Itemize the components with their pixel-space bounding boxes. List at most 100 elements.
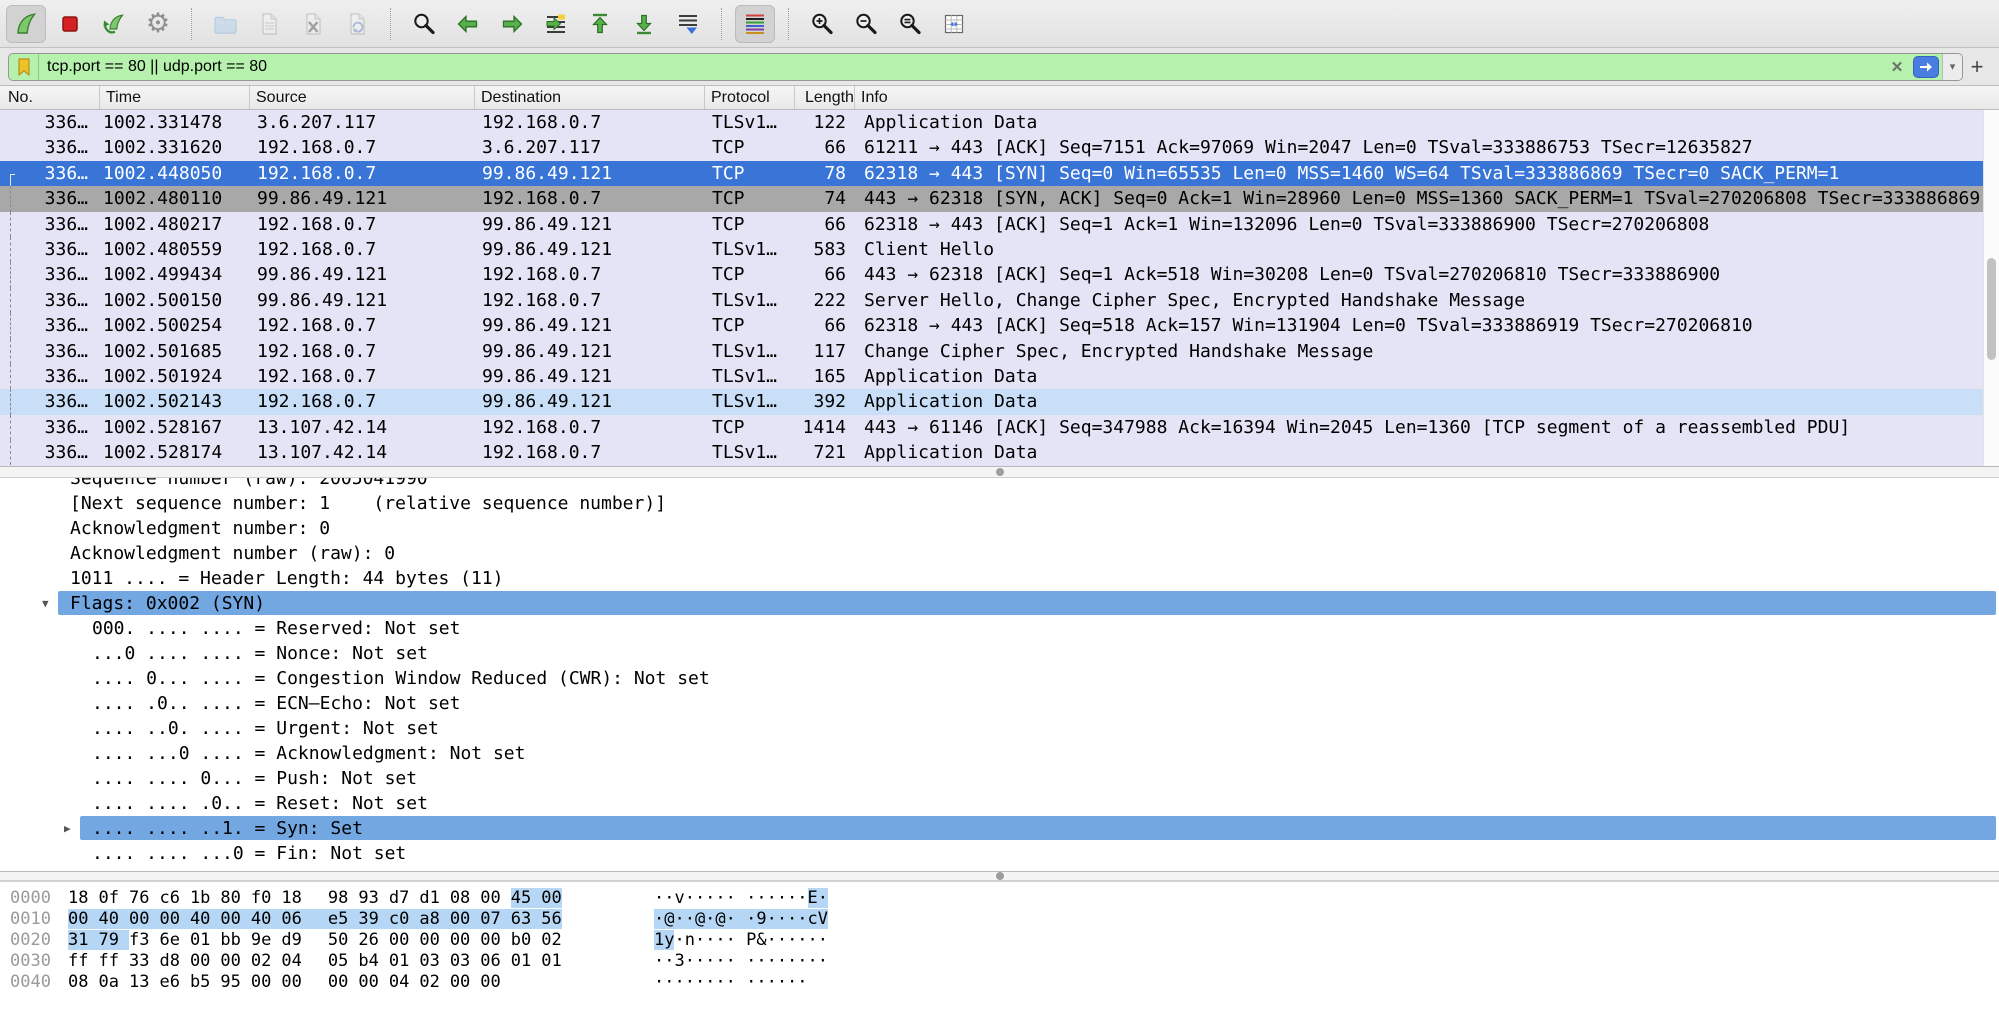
column-header-length[interactable]: Length xyxy=(795,86,855,109)
packet-row[interactable]: 336…1002.501685192.168.0.799.86.49.121TL… xyxy=(0,339,1999,364)
zoom-in-icon xyxy=(809,11,835,37)
hex-byte: ff xyxy=(68,951,98,971)
packet-cell-no: 336… xyxy=(0,161,100,186)
packet-row[interactable]: 336…1002.480217192.168.0.799.86.49.121TC… xyxy=(0,212,1999,237)
column-header-time[interactable]: Time xyxy=(100,86,250,109)
detail-field-text: Acknowledgment number: 0 xyxy=(70,518,330,539)
detail-field-row[interactable]: Sequence number (raw): 2005041990 xyxy=(0,478,1999,491)
column-header-destination[interactable]: Destination xyxy=(475,86,705,109)
hex-row[interactable]: 00100040000040004006e539c0a800076356·@··… xyxy=(0,909,1999,930)
column-header-protocol[interactable]: Protocol xyxy=(705,86,795,109)
packet-row[interactable]: 336…1002.448050192.168.0.799.86.49.121TC… xyxy=(0,161,1999,186)
packet-row[interactable]: 336…1002.49943499.86.49.121192.168.0.7TC… xyxy=(0,262,1999,287)
previous-packet-button[interactable] xyxy=(448,5,488,43)
detail-field-row[interactable]: 1011 .... = Header Length: 44 bytes (11) xyxy=(0,566,1999,591)
packet-cell-protocol: TCP xyxy=(705,262,795,287)
detail-field-row[interactable]: ...0 .... .... = Nonce: Not set xyxy=(0,641,1999,666)
next-packet-button[interactable] xyxy=(492,5,532,43)
hex-byte: 08 xyxy=(68,972,98,992)
filter-apply-button[interactable] xyxy=(1913,56,1939,78)
hex-byte: 40 xyxy=(251,909,281,929)
detail-field-row[interactable]: .... .... ...0 = Fin: Not set xyxy=(0,841,1999,866)
bookmark-icon[interactable] xyxy=(9,54,39,80)
last-packet-button[interactable] xyxy=(624,5,664,43)
goto-packet-button[interactable] xyxy=(536,5,576,43)
display-filter-value[interactable]: tcp.port == 80 || udp.port == 80 xyxy=(39,58,1884,76)
detail-field-row[interactable]: [Next sequence number: 1 (relative seque… xyxy=(0,491,1999,516)
packet-row[interactable]: 336…1002.48011099.86.49.121192.168.0.7TC… xyxy=(0,186,1999,211)
goto-packet-icon xyxy=(543,11,569,37)
detail-field-row[interactable]: Acknowledgment number (raw): 0 xyxy=(0,541,1999,566)
zoom-in-button[interactable] xyxy=(802,5,842,43)
detail-field-text: .... .0.. .... = ECN–Echo: Not set xyxy=(92,693,460,714)
column-header-source[interactable]: Source xyxy=(250,86,475,109)
packet-cell-destination: 192.168.0.7 xyxy=(475,110,705,135)
save-file-button[interactable] xyxy=(249,5,289,43)
packet-list-header: No. Time Source Destination Protocol Len… xyxy=(0,86,1999,110)
packet-cell-source: 99.86.49.121 xyxy=(250,262,475,287)
hex-byte: 00 xyxy=(68,909,98,929)
detail-field-row[interactable]: 000. .... .... = Reserved: Not set xyxy=(0,616,1999,641)
detail-field-row[interactable]: .... .0.. .... = ECN–Echo: Not set xyxy=(0,691,1999,716)
detail-field-row[interactable]: Acknowledgment number: 0 xyxy=(0,516,1999,541)
hex-row[interactable]: 0000180f76c61b80f0189893d7d108004500··v·… xyxy=(0,888,1999,909)
detail-field-row[interactable]: .... 0... .... = Congestion Window Reduc… xyxy=(0,666,1999,691)
open-file-button[interactable] xyxy=(205,5,245,43)
detail-field-row[interactable]: ▼Flags: 0x002 (SYN) xyxy=(0,591,1999,616)
zoom-out-button[interactable] xyxy=(846,5,886,43)
collapsed-triangle-icon[interactable]: ▶ xyxy=(64,816,71,841)
packet-list-scrollbar[interactable] xyxy=(1983,110,1999,466)
packet-row[interactable]: 336…1002.480559192.168.0.799.86.49.121TL… xyxy=(0,237,1999,262)
pane-splitter-top[interactable] xyxy=(0,466,1999,478)
auto-scroll-button[interactable] xyxy=(668,5,708,43)
close-file-button[interactable] xyxy=(293,5,333,43)
hex-bytes: 3179f36e01bb9ed9502600000000b002 xyxy=(68,930,630,951)
hex-byte: f0 xyxy=(251,888,281,908)
resize-columns-button[interactable] xyxy=(934,5,974,43)
packet-row[interactable]: 336…1002.3314783.6.207.117192.168.0.7TLS… xyxy=(0,110,1999,135)
go-to-top-icon xyxy=(587,11,613,37)
column-header-no[interactable]: No. xyxy=(0,86,100,109)
first-packet-button[interactable] xyxy=(580,5,620,43)
zoom-original-button[interactable] xyxy=(890,5,930,43)
capture-options-button[interactable]: ⚙ xyxy=(138,5,178,43)
pane-splitter-bottom[interactable] xyxy=(0,871,1999,881)
packet-bytes-pane: 0000180f76c61b80f0189893d7d108004500··v·… xyxy=(0,881,1999,1018)
packet-row[interactable]: 336…1002.52817413.107.42.14192.168.0.7TL… xyxy=(0,440,1999,465)
detail-field-row[interactable]: .... .... .0.. = Reset: Not set xyxy=(0,791,1999,816)
packet-row[interactable]: 336…1002.331620192.168.0.73.6.207.117TCP… xyxy=(0,135,1999,160)
detail-field-row[interactable]: .... .... 0... = Push: Not set xyxy=(0,766,1999,791)
filter-clear-button[interactable]: ✕ xyxy=(1884,58,1910,76)
restart-capture-button[interactable] xyxy=(94,5,134,43)
filter-dropdown-caret[interactable]: ▾ xyxy=(1942,54,1962,80)
packet-cell-protocol: TCP xyxy=(705,212,795,237)
detail-field-row[interactable]: ▶.... .... ..1. = Syn: Set xyxy=(0,816,1999,841)
expanded-triangle-icon[interactable]: ▼ xyxy=(42,591,49,616)
find-packet-button[interactable] xyxy=(404,5,444,43)
add-filter-button[interactable]: + xyxy=(1963,54,1991,80)
packet-cell-source: 13.107.42.14 xyxy=(250,440,475,465)
packet-details-pane: Sequence number (raw): 2005041990[Next s… xyxy=(0,478,1999,871)
stop-capture-button[interactable] xyxy=(50,5,90,43)
packet-row[interactable]: 336…1002.52816713.107.42.14192.168.0.7TC… xyxy=(0,415,1999,440)
hex-row[interactable]: 00203179f36e01bb9ed9502600000000b0021y·n… xyxy=(0,930,1999,951)
column-header-info[interactable]: Info xyxy=(855,86,1999,109)
go-to-bottom-icon xyxy=(631,11,657,37)
start-capture-button[interactable] xyxy=(6,5,46,43)
hex-byte: 03 xyxy=(419,951,449,971)
packet-row[interactable]: 336…1002.501924192.168.0.799.86.49.121TL… xyxy=(0,364,1999,389)
detail-field-row[interactable]: .... ...0 .... = Acknowledgment: Not set xyxy=(0,741,1999,766)
colorize-packets-button[interactable] xyxy=(735,5,775,43)
hex-row[interactable]: 0040080a13e6b5950000000004020000········… xyxy=(0,972,1999,993)
hex-row[interactable]: 0030ffff33d80000020405b4010303060101··3·… xyxy=(0,951,1999,972)
splitter-grip-icon xyxy=(996,872,1004,880)
reload-file-button[interactable] xyxy=(337,5,377,43)
packet-cell-protocol: TLSv1… xyxy=(705,440,795,465)
packet-row[interactable]: 336…1002.50015099.86.49.121192.168.0.7TL… xyxy=(0,288,1999,313)
detail-field-text: .... .... ...0 = Fin: Not set xyxy=(92,843,406,864)
display-filter-input[interactable]: tcp.port == 80 || udp.port == 80 ✕ ▾ xyxy=(8,53,1963,81)
detail-field-row[interactable]: .... ..0. .... = Urgent: Not set xyxy=(0,716,1999,741)
scrollbar-thumb[interactable] xyxy=(1987,258,1996,360)
packet-row[interactable]: 336…1002.500254192.168.0.799.86.49.121TC… xyxy=(0,313,1999,338)
packet-row[interactable]: 336…1002.502143192.168.0.799.86.49.121TL… xyxy=(0,389,1999,414)
